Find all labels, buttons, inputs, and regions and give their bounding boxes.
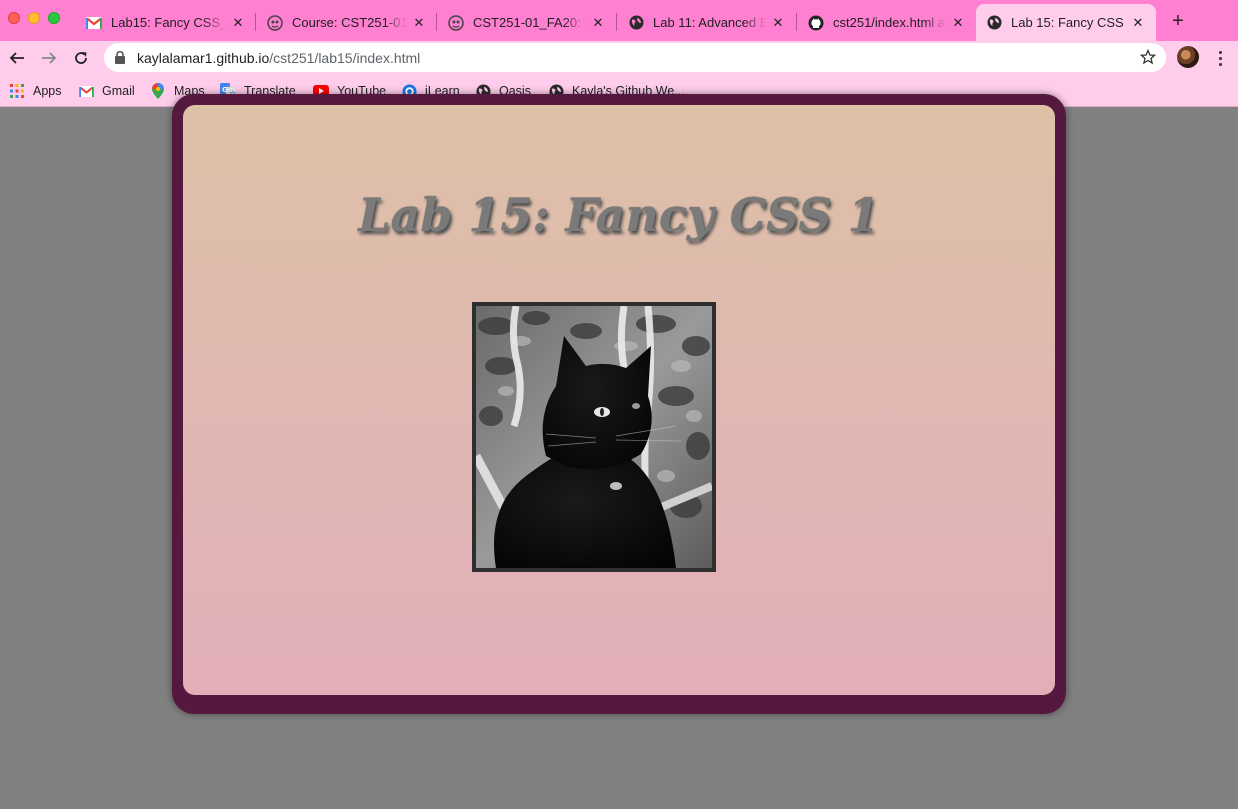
bookmark-star-icon[interactable] [1139, 48, 1157, 70]
bookmark-apps[interactable]: Apps [9, 81, 62, 101]
reload-icon [75, 52, 87, 64]
window-minimize-button[interactable] [28, 12, 40, 24]
gmail-icon [86, 15, 102, 31]
close-icon[interactable]: ✕ [590, 15, 606, 31]
page-heading: Lab 15: Fancy CSS 1 [358, 188, 880, 242]
close-icon[interactable]: ✕ [1130, 15, 1146, 31]
svg-text:G: G [222, 86, 228, 94]
back-button[interactable] [7, 48, 27, 68]
black-cat-photo [476, 306, 712, 568]
tab-title: Lab15: Fancy CSS_N [111, 15, 226, 30]
arrow-right-icon [42, 52, 57, 64]
window-close-button[interactable] [8, 12, 20, 24]
close-icon[interactable]: ✕ [950, 15, 966, 31]
new-tab-button[interactable]: + [1168, 11, 1188, 31]
tab-separator [616, 13, 617, 31]
window-zoom-button[interactable] [48, 12, 60, 24]
close-icon[interactable]: ✕ [411, 15, 427, 31]
forward-button[interactable] [39, 48, 59, 68]
globe-icon [986, 15, 1002, 31]
tab-lab15-gmail[interactable]: Lab15: Fancy CSS_N ✕ [76, 4, 256, 41]
url-text: kaylalamar1.github.io/cst251/lab15/index… [137, 50, 420, 66]
browser-toolbar: kaylalamar1.github.io/cst251/lab15/index… [0, 41, 1238, 75]
url-host: kaylalamar1.github.io [137, 50, 270, 66]
tab-title: Course: CST251-01_ [292, 15, 407, 30]
bookmark-label: Apps [33, 84, 62, 98]
address-bar[interactable]: kaylalamar1.github.io/cst251/lab15/index… [104, 43, 1166, 72]
tab-lab15-active[interactable]: Lab 15: Fancy CSS 1 ✕ [976, 4, 1156, 41]
bookmark-gmail[interactable]: Gmail [78, 81, 135, 101]
tab-lab11[interactable]: Lab 11: Advanced Blo ✕ [618, 4, 796, 41]
arrow-left-icon [9, 52, 24, 64]
tab-strip: Lab15: Fancy CSS_N ✕ Course: CST251-01_ … [0, 0, 1238, 41]
lock-icon [115, 50, 125, 69]
cat-photo-frame [472, 302, 716, 572]
tab-separator [436, 13, 437, 31]
maps-pin-icon [150, 83, 166, 99]
profile-avatar[interactable] [1177, 46, 1199, 68]
tab-title: cst251/index.html at [833, 15, 946, 30]
tab-cst251-fa20[interactable]: CST251-01_FA20: La ✕ [438, 4, 616, 41]
tab-github-cst251[interactable]: cst251/index.html at ✕ [798, 4, 976, 41]
bookmark-label: Gmail [102, 84, 135, 98]
tab-title: Lab 15: Fancy CSS 1 [1011, 15, 1126, 30]
moodle-icon [448, 14, 464, 31]
apps-grid-icon [9, 83, 25, 99]
tab-title: CST251-01_FA20: La [473, 15, 586, 30]
tab-course-cst251[interactable]: Course: CST251-01_ ✕ [257, 4, 437, 41]
url-path: /cst251/lab15/index.html [269, 50, 421, 66]
tab-title: Lab 11: Advanced Blo [653, 15, 766, 30]
reload-button[interactable] [71, 48, 91, 68]
tab-separator [255, 13, 256, 31]
github-icon [808, 15, 824, 31]
close-icon[interactable]: ✕ [230, 15, 246, 31]
tab-separator [796, 13, 797, 31]
moodle-icon [267, 14, 283, 31]
globe-icon [628, 15, 644, 31]
gmail-icon [78, 83, 94, 99]
browser-menu-icon[interactable] [1212, 48, 1228, 68]
close-icon[interactable]: ✕ [770, 15, 786, 31]
